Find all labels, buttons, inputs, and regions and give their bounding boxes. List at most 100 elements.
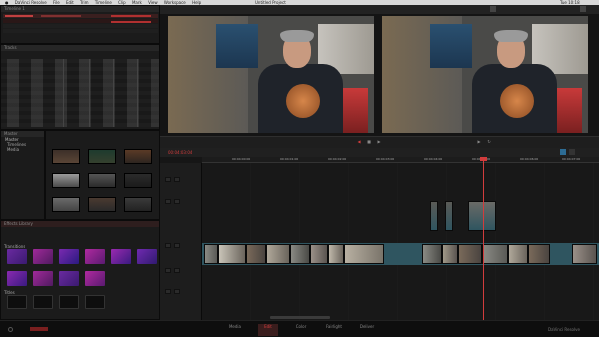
timeline-clip[interactable] [422, 244, 442, 264]
timeline-clip[interactable] [482, 244, 508, 264]
transition-preset[interactable] [33, 271, 53, 286]
red-label-bar [111, 15, 151, 17]
timeline-clip[interactable] [528, 244, 550, 264]
timeline-clip[interactable] [508, 244, 528, 264]
timeline-clip[interactable] [204, 244, 218, 264]
snapping-toggle[interactable] [560, 149, 566, 155]
tab-deliver[interactable]: Deliver [357, 324, 377, 336]
track-lock-button[interactable] [165, 243, 171, 248]
timeline-clip[interactable] [442, 244, 458, 264]
timeline-clip[interactable] [290, 244, 310, 264]
linked-selection-toggle[interactable] [569, 149, 575, 155]
transport-scrubber[interactable] [160, 136, 599, 137]
timeline-clip[interactable] [458, 244, 482, 264]
transition-preset[interactable] [59, 271, 79, 286]
media-thumbnail[interactable] [52, 149, 80, 164]
transition-preset[interactable] [59, 249, 79, 264]
timeline-clip[interactable] [218, 244, 246, 264]
media-thumbnail[interactable] [88, 197, 116, 212]
bin-item[interactable]: Media [1, 147, 44, 152]
title-preset[interactable] [7, 295, 27, 309]
basketball [286, 84, 320, 118]
media-thumbnail[interactable] [52, 197, 80, 212]
viewer-options-button[interactable] [580, 6, 586, 12]
media-thumbnail[interactable] [88, 149, 116, 164]
transition-preset[interactable] [85, 249, 105, 264]
transition-preset[interactable] [33, 249, 53, 264]
bin-tree-panel: Master Master Timelines Media [0, 130, 45, 220]
stop-icon[interactable]: ■ [365, 139, 373, 145]
transition-preset[interactable] [137, 249, 157, 264]
home-icon[interactable] [8, 327, 13, 332]
timeline-timecode: 00:04:03:04 [168, 150, 193, 155]
media-thumbnail[interactable] [52, 173, 80, 188]
track-lock-button[interactable] [165, 177, 171, 182]
timeline-clip[interactable] [430, 201, 438, 231]
playhead[interactable] [483, 157, 484, 320]
speaker-hair [280, 30, 314, 42]
edit-list-header: Timeline 1 [1, 6, 159, 12]
timeline-clip[interactable] [246, 244, 266, 264]
transport-bar: ◀ ■ ▶ ▶ ↻ [160, 136, 599, 148]
tracks-header: Tracks [1, 45, 159, 51]
viewer-mode-button[interactable] [490, 6, 496, 12]
title-preset[interactable] [33, 295, 53, 309]
tab-fairlight[interactable]: Fairlight [324, 324, 344, 336]
ruler-label: 00:04:00:00 [232, 157, 251, 161]
source-viewer[interactable] [168, 16, 374, 133]
tab-media[interactable]: Media [225, 324, 245, 336]
tab-label: Color [295, 324, 307, 329]
loop-icon[interactable]: ↻ [485, 139, 493, 145]
media-thumbnail[interactable] [88, 173, 116, 188]
timeline-clip[interactable] [328, 244, 344, 264]
ruler-label: 00:04:03:00 [376, 157, 395, 161]
transition-preset[interactable] [7, 271, 27, 286]
timeline-viewer[interactable] [382, 16, 588, 133]
track-auto-select-button[interactable] [174, 289, 180, 294]
play-icon[interactable]: ▶ [475, 139, 483, 145]
tab-color[interactable]: Color [291, 324, 311, 336]
timeline-clip[interactable] [445, 201, 453, 231]
play-reverse-icon[interactable]: ◀ [355, 139, 363, 145]
timeline-clip[interactable] [310, 244, 328, 264]
timeline-toolbar: 00:04:03:04 [160, 148, 599, 157]
poster-msc [216, 24, 258, 68]
media-thumbnail[interactable] [124, 149, 152, 164]
track-auto-select-button[interactable] [174, 268, 180, 273]
effects-library-panel: Effects Library Transitions Titles [0, 220, 160, 320]
playhead-handle[interactable] [480, 157, 487, 161]
timeline-clip[interactable] [572, 244, 597, 264]
title-preset[interactable] [85, 295, 105, 309]
project-indicator [30, 327, 48, 331]
title-preset[interactable] [59, 295, 79, 309]
timeline-clip[interactable] [344, 244, 384, 264]
tab-label: Fairlight [325, 324, 342, 329]
timeline-scrollbar[interactable] [270, 316, 330, 319]
tab-label: Deliver [359, 324, 375, 329]
timeline-clip[interactable] [468, 201, 496, 231]
track-lock-button[interactable] [165, 289, 171, 294]
timeline-panel: 00:04:03:04 00:04:00:00 00:04:01:00 00:0… [160, 148, 599, 320]
ruler-label: 00:04:07:00 [562, 157, 581, 161]
media-thumbnail[interactable] [124, 197, 152, 212]
track-lock-button[interactable] [165, 268, 171, 273]
ruler-label: 00:04:04:00 [424, 157, 443, 161]
timeline-clip[interactable] [266, 244, 290, 264]
track-lanes [202, 163, 599, 320]
list-row[interactable] [3, 24, 158, 28]
track-auto-select-button[interactable] [174, 199, 180, 204]
track-lock-button[interactable] [165, 199, 171, 204]
track-headers [160, 163, 202, 320]
transition-preset[interactable] [111, 249, 131, 264]
tab-edit[interactable]: Edit [258, 324, 278, 336]
transition-preset[interactable] [85, 271, 105, 286]
track-auto-select-button[interactable] [174, 243, 180, 248]
tab-label: Edit [264, 324, 272, 329]
list-row[interactable] [3, 29, 158, 33]
transition-preset[interactable] [7, 249, 27, 264]
effects-header: Effects Library [1, 221, 159, 227]
ruler-label: 00:04:06:00 [520, 157, 539, 161]
media-thumbnail[interactable] [124, 173, 152, 188]
track-auto-select-button[interactable] [174, 177, 180, 182]
play-icon[interactable]: ▶ [375, 139, 383, 145]
